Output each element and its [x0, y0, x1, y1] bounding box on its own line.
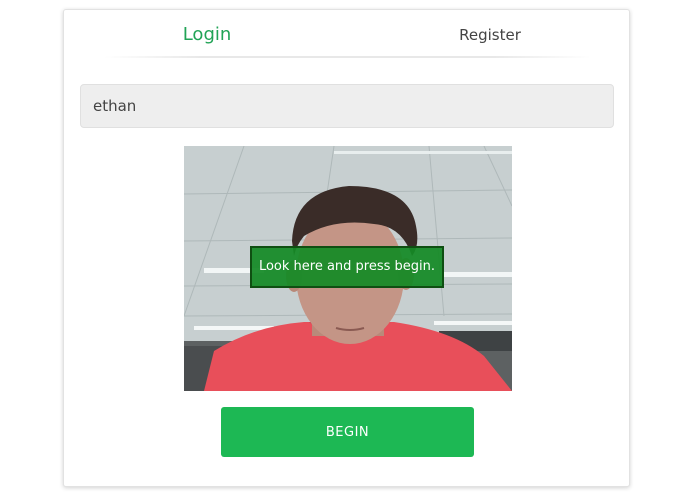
- username-input[interactable]: [80, 84, 614, 128]
- tab-divider: [104, 56, 591, 58]
- begin-button[interactable]: BEGIN: [221, 407, 474, 457]
- auth-tabs: Login Register: [64, 10, 629, 58]
- page-background: [0, 0, 63, 494]
- tab-login[interactable]: Login: [152, 22, 262, 48]
- tab-register[interactable]: Register: [434, 22, 546, 48]
- camera-instruction: Look here and press begin.: [250, 246, 444, 288]
- webcam-preview: Look here and press begin.: [184, 146, 512, 391]
- auth-card: Login Register ethan Look here and press…: [63, 9, 630, 487]
